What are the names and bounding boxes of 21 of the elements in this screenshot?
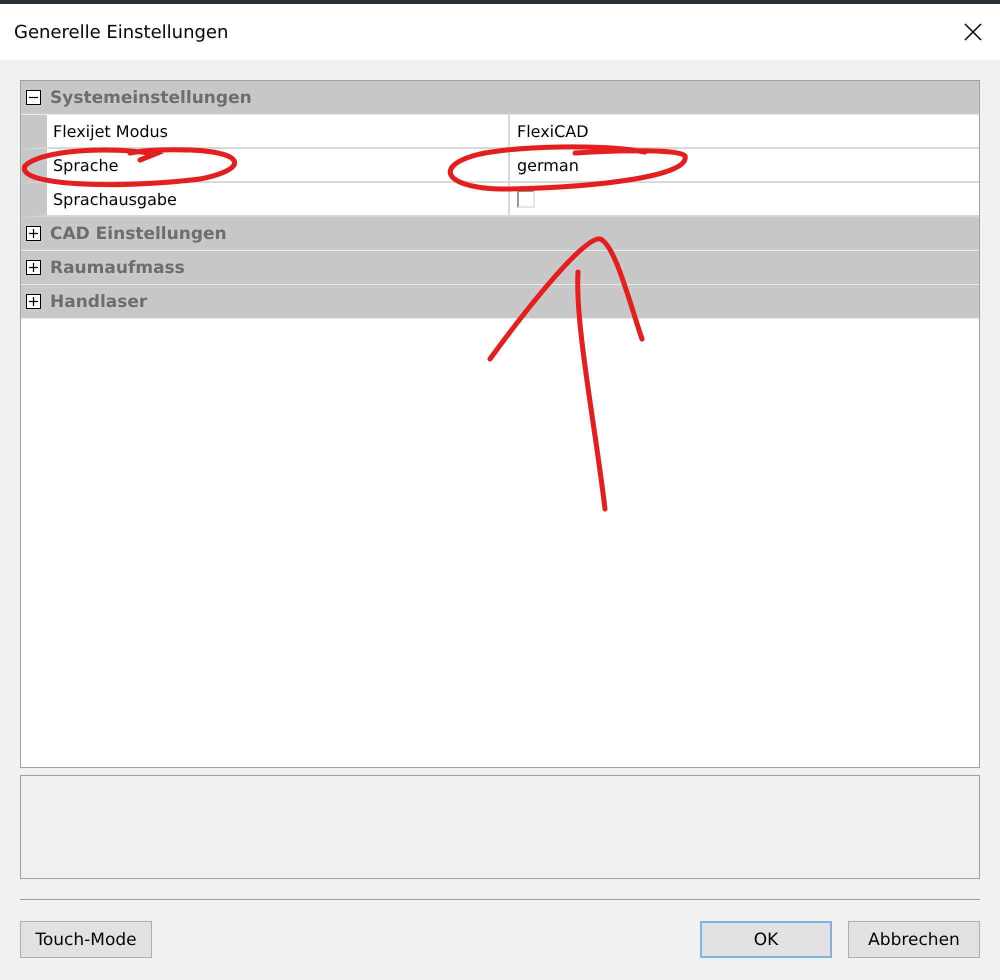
category-label: Raumaufmass [50, 258, 185, 278]
collapse-toggle[interactable] [26, 90, 41, 105]
window-title: Generelle Einstellungen [14, 22, 228, 42]
checkbox[interactable] [517, 190, 535, 208]
plus-icon [29, 263, 38, 272]
category-label: CAD Einstellungen [50, 224, 227, 244]
property-name: Sprachausgabe [47, 183, 510, 215]
property-name: Sprache [47, 149, 510, 181]
property-value[interactable]: FlexiCAD [510, 115, 979, 147]
ok-button[interactable]: OK [700, 921, 832, 958]
property-value[interactable]: german [510, 149, 979, 181]
cancel-button[interactable]: Abbrechen [848, 921, 980, 958]
expand-toggle[interactable] [26, 226, 41, 241]
category-label: Systemeinstellungen [50, 88, 252, 108]
expand-toggle[interactable] [26, 260, 41, 275]
property-name: Flexijet Modus [47, 115, 510, 147]
plus-icon [29, 297, 38, 306]
plus-icon [29, 229, 38, 238]
category-label: Handlaser [50, 292, 148, 312]
expand-toggle[interactable] [26, 294, 41, 309]
touch-mode-button[interactable]: Touch-Mode [20, 921, 152, 958]
